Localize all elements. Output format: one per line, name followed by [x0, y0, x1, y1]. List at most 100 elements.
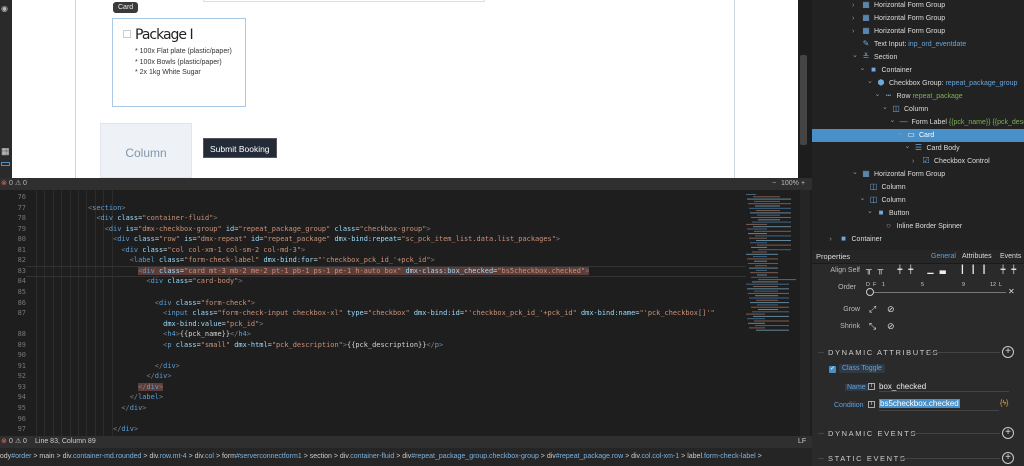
breadcrumb-item[interactable]: section — [310, 453, 332, 460]
add-static-event-button[interactable]: + — [1002, 452, 1014, 464]
tree-item-horizontal-form-group[interactable]: › ▦ Horizontal Form Group — [812, 0, 1024, 12]
code-line[interactable]: <section> — [42, 204, 126, 212]
code-line[interactable]: <h4>{{pck_name}}</h4> — [42, 330, 251, 338]
breadcrumb-item[interactable]: div.col — [195, 453, 214, 460]
code-line[interactable]: </label> — [42, 393, 163, 401]
code-line[interactable]: <p class="small" dmx-html="pck_descripti… — [42, 341, 443, 349]
breadcrumb-item[interactable]: div.container-md.rounded — [63, 453, 142, 460]
tab-attributes[interactable]: Attributes — [962, 250, 992, 264]
breadcrumb-item[interactable]: form#serverconnectform1 — [222, 453, 302, 460]
code-line[interactable]: <div class="row" is="dmx-repeat" id="rep… — [42, 235, 560, 243]
chevron-down-icon[interactable]: ⌄ — [867, 75, 875, 88]
code-line[interactable]: <div class="form-check"> — [42, 299, 255, 307]
chevron-down-icon[interactable]: ⌄ — [860, 62, 868, 75]
class-toggle-checkbox[interactable]: ✓ — [829, 366, 836, 373]
tab-events[interactable]: Events — [1000, 250, 1021, 264]
code-line[interactable]: </div> — [42, 425, 138, 433]
name-input[interactable]: box_checked — [879, 382, 1009, 392]
add-dynamic-attribute-button[interactable]: + — [1002, 346, 1014, 358]
shrink-icon[interactable]: ⤡ — [869, 321, 876, 332]
chevron-down-icon[interactable]: ⌄ — [875, 88, 883, 101]
code-line[interactable]: <label class="form-check-label" dmx-bind… — [42, 256, 435, 264]
chevron-down-icon[interactable]: ⌄ — [882, 101, 890, 114]
tree-item-container[interactable]: › ■ Container — [812, 233, 1024, 246]
chevron-right-icon[interactable]: › — [830, 233, 838, 246]
chevron-down-icon[interactable]: ⌄ — [852, 49, 860, 62]
code-editor[interactable]: 76 77 <section> 78 <div class="container-f… — [0, 190, 812, 436]
input-icon[interactable] — [1, 162, 10, 166]
code-line[interactable]: <div class="card mt-3 mb-2 me-2 pt-1 pb-… — [42, 266, 590, 275]
tree-item-button[interactable]: ⌄ ■ Button — [812, 207, 1024, 220]
chevron-right-icon[interactable]: › — [852, 12, 860, 25]
tree-item-row[interactable]: ⌄ ••• Row repeat_package — [812, 90, 1024, 103]
tree-item-inline-border-spinner[interactable]: ○ Inline Border Spinner — [812, 220, 1024, 233]
clear-order-icon[interactable]: ✕ — [1008, 287, 1015, 296]
add-dynamic-event-button[interactable]: + — [1002, 427, 1014, 439]
package-card[interactable]: Package I * 100x Flat plate (plastic/pap… — [112, 18, 246, 107]
code-line[interactable]: <div class="col col-xm-1 col-sm-2 col-md… — [42, 246, 305, 254]
chevron-down-icon[interactable]: ⌄ — [852, 166, 860, 179]
eye-icon[interactable]: ◉ — [1, 4, 8, 13]
chevron-down-icon[interactable]: ⌄ — [860, 192, 868, 205]
order-slider[interactable] — [870, 292, 1006, 293]
breadcrumb-item[interactable]: label.form-check-label — [687, 453, 755, 460]
code-line[interactable]: </div> — [42, 362, 180, 370]
text-input[interactable] — [203, 0, 485, 2]
code-line[interactable]: </div> — [42, 372, 171, 380]
zoom-out-button[interactable]: − — [772, 178, 776, 190]
tab-general[interactable]: General — [931, 250, 956, 264]
code-line[interactable]: <div is="dmx-checkbox-group" id="repeat_… — [42, 225, 431, 233]
condition-input[interactable]: bs5checkbox.checked — [879, 399, 999, 411]
tree-item-text-input[interactable]: ✎ Text Input: inp_ord_eventdate — [812, 38, 1024, 51]
chevron-right-icon[interactable]: › — [852, 25, 860, 38]
tree-item-checkbox-control[interactable]: › ☑ Checkbox Control — [812, 155, 1024, 168]
code-line[interactable]: </div> — [42, 404, 146, 412]
breadcrumb-item[interactable]: body#order — [0, 453, 31, 460]
tree-item-checkbox-group[interactable]: ⌄ ⬢ Checkbox Group: repeat_package_group — [812, 77, 1024, 90]
breadcrumb-item[interactable]: div.col.col-xm-1 — [631, 453, 679, 460]
tree-item-horizontal-form-group[interactable]: › ▦ Horizontal Form Group — [812, 12, 1024, 25]
tree-item-form-label[interactable]: ⌄—Form Label {{pck_name}} {{pck_descrip — [812, 116, 1024, 129]
chevron-down-icon[interactable]: ⌄ — [890, 114, 898, 127]
code-line[interactable]: <div class="card-body"> — [42, 277, 242, 285]
tree-item-container[interactable]: ⌄ ■ Container — [812, 64, 1024, 77]
breadcrumb-item[interactable]: div#repeat_package.row — [547, 453, 623, 460]
tree-item-column[interactable]: ◫ Column — [812, 181, 1024, 194]
line-ending[interactable]: LF — [798, 436, 806, 448]
no-shrink-icon[interactable]: ⊘ — [887, 321, 895, 332]
dynamic-data-picker-icon[interactable]: {ϟ} — [1000, 400, 1008, 407]
code-line[interactable]: <div class="container-fluid"> — [42, 214, 217, 222]
no-grow-icon[interactable]: ⊘ — [887, 304, 895, 315]
breadcrumb-item[interactable]: div.container-fluid — [340, 453, 394, 460]
package-checkbox[interactable] — [123, 30, 131, 38]
breadcrumb-item[interactable]: main — [39, 453, 54, 460]
grow-icon[interactable]: ⤢ — [869, 304, 876, 315]
align-self-options[interactable]: ╥╥ ┿┿ ▁▃ ┃┃┃ ┿┿ — [866, 265, 1022, 274]
tree-item-horizontal-form-group[interactable]: ⌄ ▦ Horizontal Form Group — [812, 168, 1024, 181]
order-slider-handle[interactable] — [866, 288, 874, 296]
tree-item-section[interactable]: ⌄ ≚ Section — [812, 51, 1024, 64]
code-line[interactable]: <input class="form-check-input checkbox-… — [42, 309, 715, 317]
code-line[interactable]: </div> — [42, 382, 164, 391]
scroll-thumb[interactable] — [800, 55, 807, 145]
design-scrollbar[interactable] — [798, 0, 812, 178]
column-placeholder[interactable]: Column — [100, 123, 192, 178]
breadcrumb-item[interactable]: div#repeat_package_group.checkbox-group — [402, 453, 539, 460]
tree-item-column[interactable]: ⌄ ◫ Column — [812, 194, 1024, 207]
zoom-in-button[interactable]: + — [801, 178, 805, 190]
tree-item-column[interactable]: ⌄ ◫ Column — [812, 103, 1024, 116]
chevron-right-icon[interactable]: › — [912, 155, 920, 168]
breadcrumb-item[interactable]: div.row.mt-4 — [149, 453, 186, 460]
code-scrollbar[interactable] — [800, 190, 810, 436]
code-line[interactable]: dmx-bind:value="pck_id"> — [42, 320, 263, 328]
submit-booking-button[interactable]: Submit Booking — [203, 138, 277, 158]
code-minimap[interactable] — [746, 194, 796, 334]
tree-item-card[interactable]: ⌄ ▭ Card — [812, 128, 1024, 142]
tree-item-card-body[interactable]: ⌄ ☰ Card Body — [812, 142, 1024, 155]
chevron-down-icon[interactable]: ⌄ — [867, 205, 875, 218]
tree-item-horizontal-form-group[interactable]: › ▦ Horizontal Form Group — [812, 25, 1024, 38]
class-toggle-label[interactable]: Class Toggle — [839, 364, 885, 373]
chevron-down-icon[interactable]: ⌄ — [905, 140, 913, 153]
grid-icon[interactable]: ▦ — [1, 146, 10, 157]
chevron-right-icon[interactable]: › — [852, 0, 860, 12]
